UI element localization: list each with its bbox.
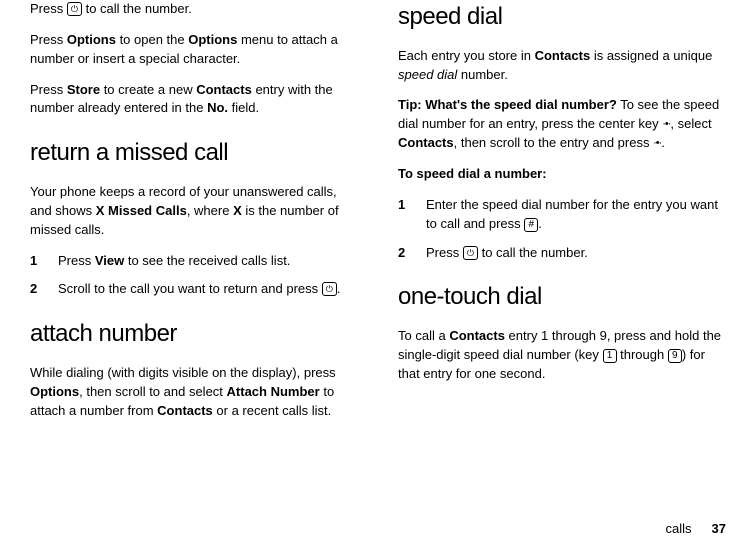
paragraph: Your phone keeps a record of your unansw… <box>30 183 358 240</box>
page: Press ⏻ to call the number. Press Option… <box>0 0 756 550</box>
text: While dialing (with digits visible on th… <box>30 365 336 380</box>
menu-name: Contacts <box>449 328 505 343</box>
text: to call the number. <box>478 245 588 260</box>
text: is assigned a unique <box>590 48 712 63</box>
status-text: X Missed Calls <box>96 203 187 218</box>
text: to call the number. <box>82 1 192 16</box>
text: number. <box>457 67 508 82</box>
softkey-label: View <box>95 253 124 268</box>
text: field. <box>228 100 259 115</box>
softkey-label: Store <box>67 82 100 97</box>
step-number: 2 <box>398 244 426 263</box>
ordered-list: 1 Press View to see the received calls l… <box>30 252 358 300</box>
text: Each entry you store in <box>398 48 535 63</box>
text: Press <box>30 1 67 16</box>
call-key-icon: ⏻ <box>322 282 337 296</box>
menu-name: Contacts <box>157 403 213 418</box>
menu-name: Contacts <box>535 48 591 63</box>
text: , select <box>670 116 711 131</box>
text: To speed dial a number: <box>398 166 547 181</box>
text: . <box>661 135 665 150</box>
list-item: 2 Scroll to the call you want to return … <box>30 280 358 299</box>
page-footer: calls 37 <box>666 521 726 536</box>
subheading: To speed dial a number: <box>398 165 726 184</box>
softkey-label: Options <box>30 384 79 399</box>
paragraph: Tip: What's the speed dial number? To se… <box>398 96 726 153</box>
paragraph: Press Options to open the Options menu t… <box>30 31 358 69</box>
right-column: speed dial Each entry you store in Conta… <box>378 0 726 550</box>
term: speed dial <box>398 67 457 82</box>
step-number: 1 <box>30 252 58 271</box>
list-item: 1 Press View to see the received calls l… <box>30 252 358 271</box>
heading-return-missed-call: return a missed call <box>30 136 358 171</box>
paragraph: Press Store to create a new Contacts ent… <box>30 81 358 119</box>
text: Scroll to the call you want to return an… <box>58 281 322 296</box>
page-number: 37 <box>712 521 726 536</box>
text: to create a new <box>100 82 196 97</box>
left-column: Press ⏻ to call the number. Press Option… <box>30 0 378 550</box>
text: To call a <box>398 328 449 343</box>
menu-name: Options <box>188 32 237 47</box>
one-key-icon: 1 <box>603 349 617 363</box>
heading-speed-dial: speed dial <box>398 0 726 35</box>
list-item: 2 Press ⏻ to call the number. <box>398 244 726 263</box>
heading-one-touch-dial: one-touch dial <box>398 280 726 315</box>
step-number: 2 <box>30 280 58 299</box>
variable: X <box>233 203 242 218</box>
text: . <box>337 281 341 296</box>
footer-section: calls <box>666 521 692 536</box>
text: Press <box>30 82 67 97</box>
text: , where <box>187 203 233 218</box>
menu-item: Attach Number <box>227 384 320 399</box>
text: , then scroll to and select <box>79 384 226 399</box>
softkey-label: Options <box>67 32 116 47</box>
ordered-list: 1 Enter the speed dial number for the en… <box>398 196 726 263</box>
text: Press <box>426 245 463 260</box>
paragraph: Press ⏻ to call the number. <box>30 0 358 19</box>
paragraph: To call a Contacts entry 1 through 9, pr… <box>398 327 726 384</box>
step-body: Press View to see the received calls lis… <box>58 252 358 271</box>
paragraph: While dialing (with digits visible on th… <box>30 364 358 421</box>
text: , then scroll to the entry and press <box>454 135 653 150</box>
text: or a recent calls list. <box>213 403 332 418</box>
step-number: 1 <box>398 196 426 234</box>
nine-key-icon: 9 <box>668 349 682 363</box>
call-key-icon: ⏻ <box>463 246 478 260</box>
step-body: Enter the speed dial number for the entr… <box>426 196 726 234</box>
text: Press <box>58 253 95 268</box>
paragraph: Each entry you store in Contacts is assi… <box>398 47 726 85</box>
heading-attach-number: attach number <box>30 317 358 352</box>
text: . <box>538 216 542 231</box>
text: Press <box>30 32 67 47</box>
text: Enter the speed dial number for the entr… <box>426 197 718 231</box>
list-item: 1 Enter the speed dial number for the en… <box>398 196 726 234</box>
field-name: No. <box>207 100 228 115</box>
tip-label: Tip: What's the speed dial number? <box>398 97 617 112</box>
step-body: Press ⏻ to call the number. <box>426 244 726 263</box>
hash-key-icon: # <box>524 218 538 232</box>
menu-name: Contacts <box>196 82 252 97</box>
text: to see the received calls list. <box>124 253 290 268</box>
text: through <box>617 347 668 362</box>
step-body: Scroll to the call you want to return an… <box>58 280 358 299</box>
call-key-icon: ⏻ <box>67 2 82 16</box>
menu-name: Contacts <box>398 135 454 150</box>
text: to open the <box>116 32 188 47</box>
